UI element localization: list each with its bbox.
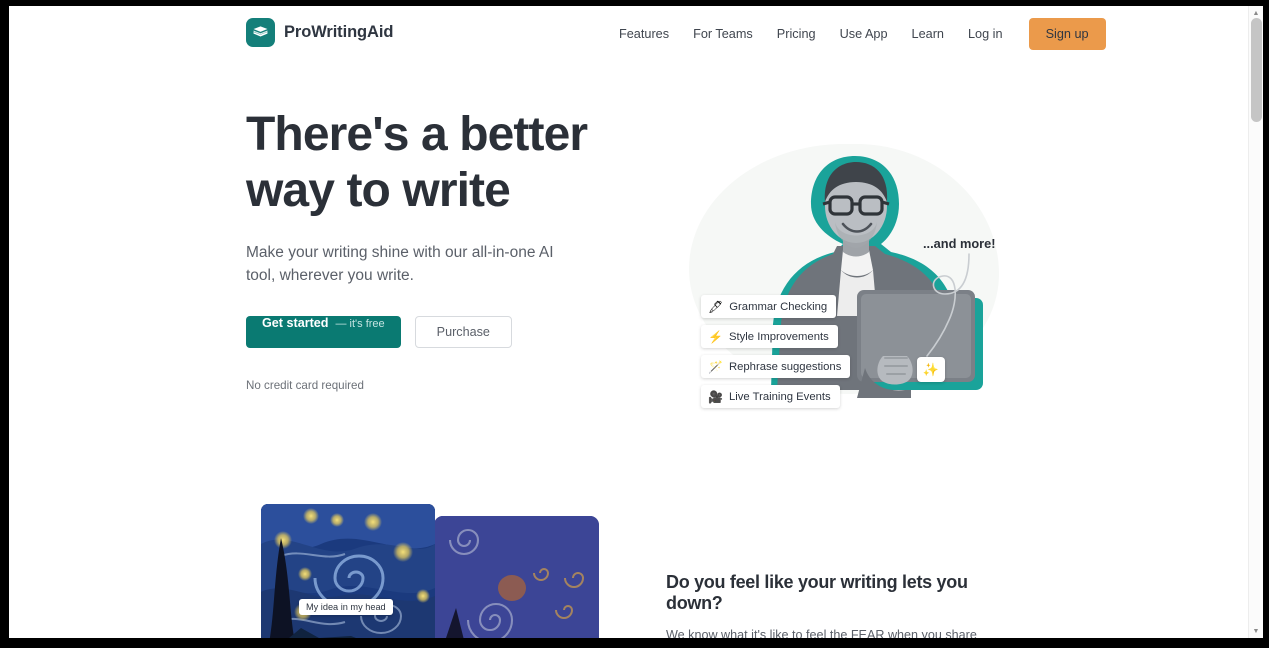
feature-chip-label: Grammar Checking [729,300,828,313]
window-right-bar [1263,0,1269,648]
window-bottom-bar [0,638,1269,648]
screen: ProWritingAid Features For Teams Pricing… [0,0,1269,648]
magic-wand-icon: 🪄 [708,359,723,374]
scrollbar-down-arrow-icon[interactable]: ▼ [1249,624,1263,638]
feature-chip-label: Style Improvements [728,330,829,343]
nav-item-features[interactable]: Features [607,18,681,50]
hero-section: There's a better way to write Make your … [9,62,1248,482]
window-top-bar [0,0,1269,6]
brand-logo-link[interactable]: ProWritingAid [246,18,393,47]
nav-item-learn[interactable]: Learn [900,18,956,50]
nav-item-pricing[interactable]: Pricing [765,18,828,50]
web-page: ProWritingAid Features For Teams Pricing… [9,6,1248,638]
feather-pen-icon: 🖋 [708,299,724,314]
vertical-scrollbar[interactable]: ▲ ▼ [1248,6,1263,638]
get-started-label: Get started [262,316,329,330]
sign-up-button[interactable]: Sign up [1028,18,1106,50]
starry-night-painting [261,504,435,638]
nav-item-for-teams[interactable]: For Teams [681,18,765,50]
window-left-bar [0,0,8,648]
lightning-bolt-icon: ⚡ [708,329,723,344]
writing-lets-you-down-section: My idea in my head Do you feel like your… [9,482,1248,638]
nav-item-log-in[interactable]: Log in [956,18,1015,50]
and-more-label: ...and more! [923,236,996,251]
site-header: ProWritingAid Features For Teams Pricing… [9,6,1248,62]
get-started-sublabel: — it's free [335,318,385,330]
feature-chip-style-improvements: ⚡ Style Improvements [701,325,838,348]
curly-arrow-icon [926,253,970,357]
art-caption-bubble: My idea in my head [299,599,393,615]
hero-copy: There's a better way to write Make your … [246,107,606,392]
brand-name: ProWritingAid [284,23,394,41]
section-two-body: We know what it's like to feel the FEAR … [666,628,977,638]
book-logo-icon [246,18,275,47]
feature-chip-label: Live Training Events [728,390,831,403]
section-two-title: Do you feel like your writing lets you d… [666,572,968,613]
main-navigation: Features For Teams Pricing Use App Learn… [607,18,1106,50]
movie-camera-icon: 🎥 [708,389,723,404]
hero-subtitle: Make your writing shine with our all-in-… [246,244,554,284]
nav-item-use-app[interactable]: Use App [828,18,900,50]
scrollbar-thumb[interactable] [1251,18,1262,122]
feature-chip-grammar-checking: 🖋 Grammar Checking [701,295,837,318]
feature-chip-rephrase-suggestions: 🪄 Rephrase suggestions [701,355,851,378]
purchase-button[interactable]: Purchase [414,316,512,348]
hero-illustration: 🖋 Grammar Checking ⚡ Style Improvements … [669,112,1029,452]
ai-generated-art-panel [434,516,599,638]
feature-chip-label: Rephrase suggestions [728,360,842,373]
get-started-button[interactable]: Get started — it's free [246,316,401,348]
hero-cta-row: Get started — it's free Purchase [246,316,606,348]
hero-title: There's a better way to write [246,108,588,217]
section-two-copy: Do you feel like your writing lets you d… [666,572,1026,638]
no-credit-card-note: No credit card required [246,379,364,392]
feature-chip-live-training-events: 🎥 Live Training Events [701,385,840,408]
browser-viewport: ProWritingAid Features For Teams Pricing… [9,6,1263,638]
